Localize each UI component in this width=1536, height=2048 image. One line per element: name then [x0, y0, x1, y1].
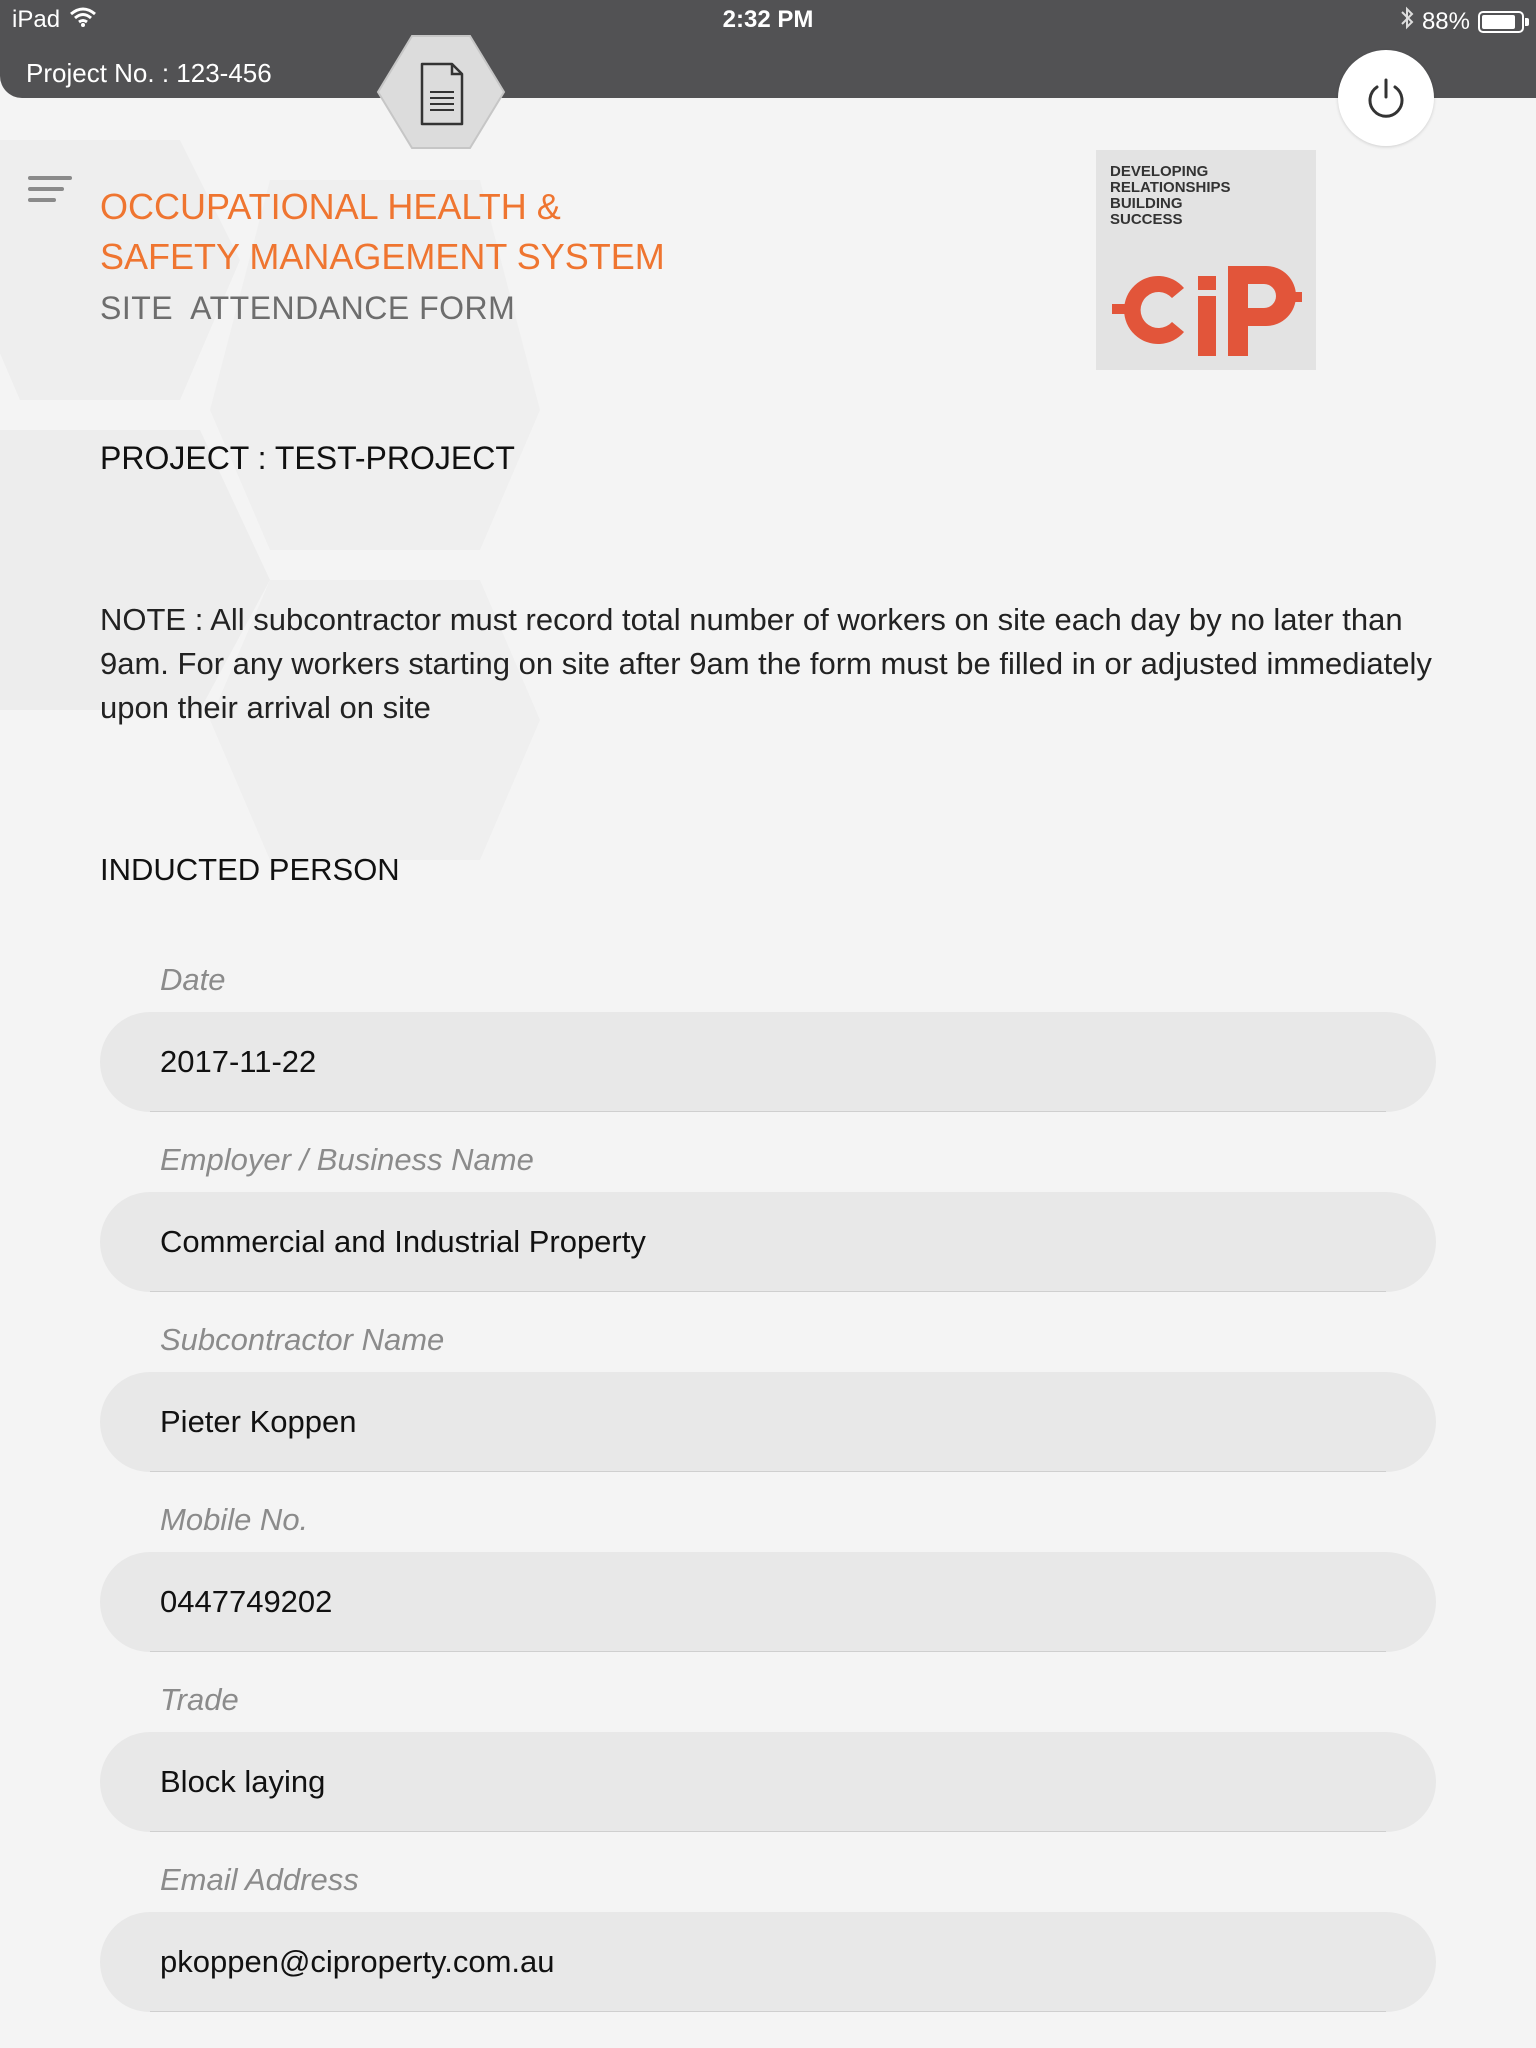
menu-line	[28, 187, 64, 191]
trade-field[interactable]	[100, 1732, 1436, 1832]
logo-tagline-1: DEVELOPING	[1110, 163, 1209, 180]
power-button[interactable]	[1338, 50, 1434, 146]
document-button[interactable]	[374, 34, 508, 154]
battery-percent: 88%	[1421, 7, 1470, 35]
divider	[150, 1291, 1386, 1292]
divider	[150, 1831, 1386, 1832]
app-bar: Project No. : 123-456	[0, 40, 1536, 98]
logo-tagline-2: RELATIONSHIPS	[1110, 179, 1231, 196]
section-title-inducted-person: INDUCTED PERSON	[100, 852, 400, 887]
mobile-number-field[interactable]	[100, 1552, 1436, 1652]
trade-label: Trade	[160, 1682, 239, 1717]
battery-icon	[1478, 10, 1529, 33]
employer-label: Employer / Business Name	[160, 1142, 534, 1177]
divider	[150, 1651, 1386, 1652]
logo-tagline-3: BUILDING	[1110, 195, 1183, 212]
employer-business-name-field[interactable]	[100, 1192, 1436, 1292]
logo-tagline-4: SUCCESS	[1110, 211, 1183, 228]
email-label: Email Address	[160, 1862, 359, 1897]
subcontractor-name-field[interactable]	[100, 1372, 1436, 1472]
menu-line	[28, 176, 72, 180]
battery-fill	[1482, 14, 1516, 29]
power-icon	[1368, 78, 1404, 118]
cip-logo-mark	[1112, 266, 1302, 356]
logo-tagline: DEVELOPING RELATIONSHIPS BUILDING SUCCES…	[1110, 164, 1231, 228]
page-title: OCCUPATIONAL HEALTH & SAFETY MANAGEMENT …	[100, 182, 800, 282]
hamburger-menu-icon[interactable]	[28, 176, 74, 206]
status-time: 2:32 PM	[722, 6, 814, 33]
bluetooth-icon	[1400, 6, 1414, 37]
divider	[150, 1111, 1386, 1112]
subcontractor-label: Subcontractor Name	[160, 1322, 445, 1357]
title-line-2: SAFETY MANAGEMENT SYSTEM	[100, 236, 665, 277]
email-address-field[interactable]	[100, 1912, 1436, 2012]
project-name: PROJECT : TEST-PROJECT	[100, 440, 515, 476]
menu-line	[28, 198, 56, 202]
divider	[150, 2011, 1386, 2012]
cip-logo: DEVELOPING RELATIONSHIPS BUILDING SUCCES…	[1096, 150, 1316, 370]
date-field[interactable]	[100, 1012, 1436, 1112]
divider	[150, 1471, 1386, 1472]
status-right: 88%	[1400, 6, 1529, 37]
attendance-note: NOTE : All subcontractor must record tot…	[100, 602, 1432, 725]
date-label: Date	[160, 962, 226, 997]
mobile-label: Mobile No.	[160, 1502, 309, 1537]
title-line-1: OCCUPATIONAL HEALTH &	[100, 186, 561, 227]
page-subtitle: SITE ATTENDANCE FORM	[100, 290, 516, 326]
status-bar: iPad 2:32 PM 88%	[0, 0, 1536, 40]
project-number: Project No. : 123-456	[26, 58, 272, 88]
